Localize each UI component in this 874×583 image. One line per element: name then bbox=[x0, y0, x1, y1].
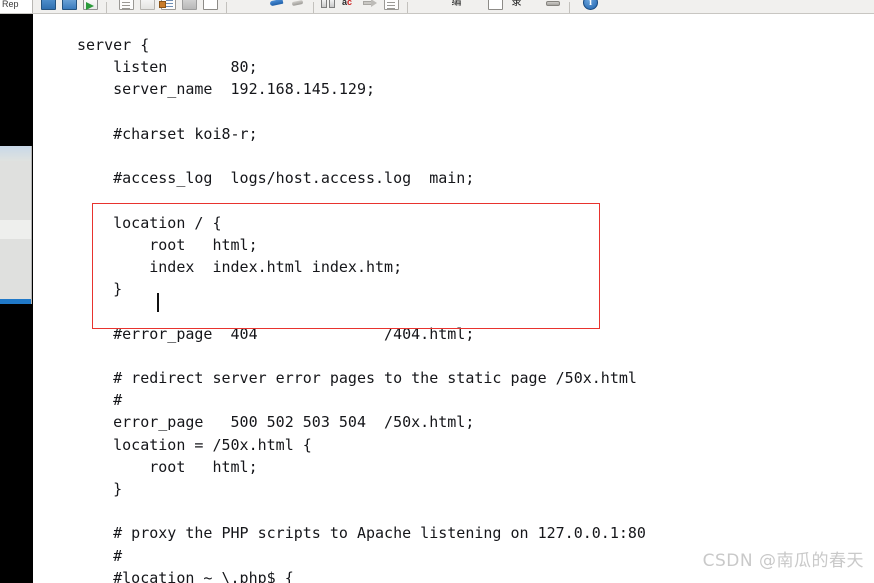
toolbar-view-group: ac bbox=[320, 0, 413, 13]
highlight-pen-icon[interactable] bbox=[268, 0, 286, 13]
collapse-icon[interactable] bbox=[181, 0, 199, 13]
word-wrap-icon[interactable] bbox=[362, 0, 380, 13]
toolbar-separator-2 bbox=[226, 2, 227, 13]
eraser-icon[interactable] bbox=[289, 0, 307, 13]
blank-window-icon[interactable] bbox=[487, 0, 505, 13]
plugin-wrench-icon[interactable] bbox=[545, 0, 563, 13]
scrollbar-thumb[interactable] bbox=[0, 220, 31, 239]
vertical-scrollbar[interactable] bbox=[0, 146, 32, 304]
toolbar-separator-1 bbox=[106, 2, 107, 13]
zoom-icon[interactable] bbox=[202, 0, 220, 13]
run-icon[interactable] bbox=[82, 0, 100, 13]
save-icon[interactable] bbox=[40, 0, 58, 13]
toolbar-encoding-group: 编 录 bbox=[448, 0, 529, 13]
macro-icon[interactable]: 录 bbox=[508, 0, 526, 13]
spellcheck-abc-icon[interactable]: ac bbox=[341, 0, 359, 13]
nginx-config-code[interactable]: server { listen 80; server_name 192.168.… bbox=[77, 34, 646, 583]
toolbar-help-group: i bbox=[582, 0, 603, 13]
encoding-icon[interactable]: 编 bbox=[448, 0, 466, 13]
help-info-icon[interactable]: i bbox=[582, 0, 600, 13]
document-tab-fragment[interactable]: Rep bbox=[0, 0, 33, 13]
toolbar: Rep ac 编 录 i bbox=[0, 0, 874, 14]
document-icon[interactable] bbox=[159, 0, 178, 13]
paste-icon[interactable] bbox=[139, 0, 157, 13]
toolbar-separator-3 bbox=[313, 2, 314, 13]
scrollbar-accent-line bbox=[0, 299, 31, 304]
toolbar-file-group bbox=[40, 0, 112, 13]
toolbar-separator-4 bbox=[407, 2, 408, 13]
scrollbar-track-top bbox=[0, 146, 31, 161]
toolbar-separator-5 bbox=[569, 2, 570, 13]
code-editor-pane[interactable]: server { listen 80; server_name 192.168.… bbox=[33, 14, 874, 583]
csdn-watermark: CSDN @南瓜的春天 bbox=[702, 551, 864, 571]
show-symbols-icon[interactable] bbox=[383, 0, 401, 13]
text-caret bbox=[157, 293, 159, 312]
save-all-icon[interactable] bbox=[61, 0, 79, 13]
split-view-icon[interactable] bbox=[320, 0, 338, 13]
toolbar-edit-group bbox=[268, 0, 319, 13]
copy-icon[interactable] bbox=[118, 0, 136, 13]
toolbar-clipboard-group bbox=[118, 0, 232, 13]
toolbar-tools-group bbox=[545, 0, 575, 13]
